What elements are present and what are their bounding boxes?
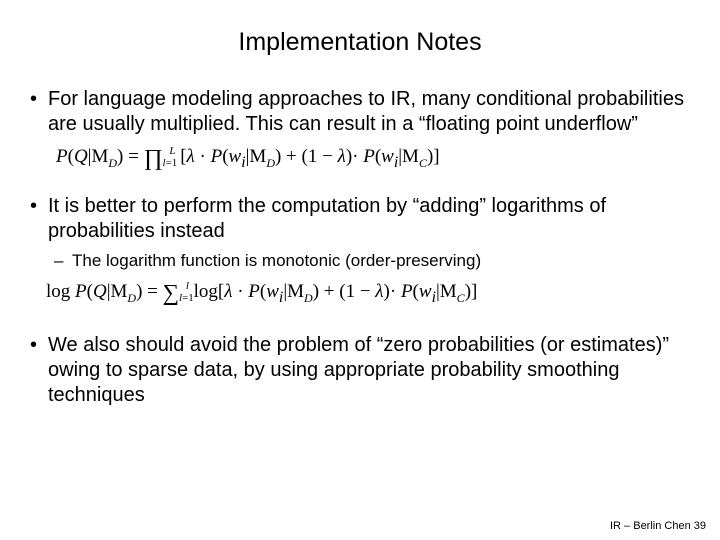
bullet-2: It is better to perform the computation …	[48, 194, 700, 272]
page-title: Implementation Notes	[20, 28, 700, 57]
bullet-list-3: We also should avoid the problem of “zer…	[20, 333, 700, 408]
sub-bullet-1: The logarithm function is monotonic (ord…	[72, 250, 700, 272]
bullet-2-text: It is better to perform the computation …	[48, 195, 606, 242]
footer-text: IR – Berlin Chen 39	[610, 520, 706, 532]
bullet-1: For language modeling approaches to IR, …	[48, 87, 700, 137]
slide: Implementation Notes For language modeli…	[0, 0, 720, 540]
bullet-list: For language modeling approaches to IR, …	[20, 87, 700, 137]
equation-1: P(Q|MD) = ∏l=1L [λ · P(wi|MD) + (1 − λ)·…	[56, 145, 700, 172]
bullet-3: We also should avoid the problem of “zer…	[48, 333, 700, 408]
sub-bullet-list: The logarithm function is monotonic (ord…	[48, 250, 700, 272]
bullet-list-2: It is better to perform the computation …	[20, 194, 700, 272]
equation-2: log P(Q|MD) = ∑l=1l log[λ · P(wi|MD) + (…	[46, 280, 700, 307]
